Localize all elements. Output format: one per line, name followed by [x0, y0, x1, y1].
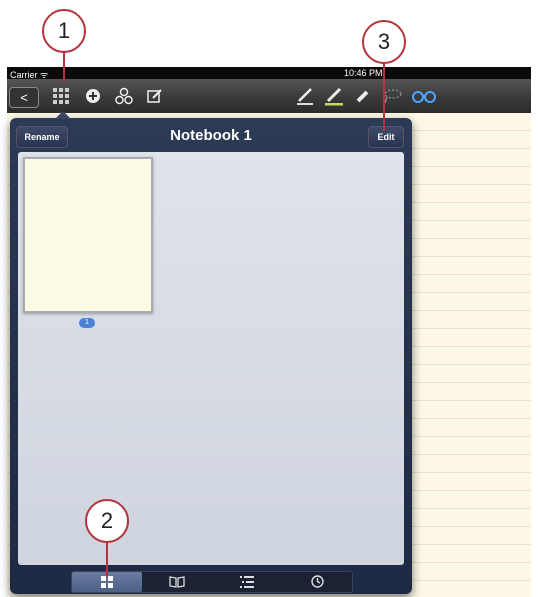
tab-list[interactable]: [212, 572, 282, 592]
highlighter-icon[interactable]: [323, 79, 345, 119]
popover-tab-bar: [71, 571, 353, 593]
clock-icon: [310, 575, 324, 588]
notebook-popover: Rename Notebook 1 Edit 1: [10, 118, 412, 594]
eraser-icon[interactable]: [353, 79, 373, 117]
callout-1-line: [63, 52, 65, 82]
page-number-badge: 1: [79, 318, 95, 328]
toolbar: [7, 79, 531, 113]
tab-book[interactable]: [142, 572, 212, 592]
pages-grid: 1: [18, 152, 404, 565]
glasses-icon[interactable]: [412, 79, 436, 116]
compose-icon[interactable]: [145, 79, 165, 117]
tab-recent[interactable]: [282, 572, 352, 592]
clock-time: 10:46 PM: [344, 68, 383, 78]
book-icon: [169, 576, 185, 588]
share-icon[interactable]: [113, 79, 135, 118]
back-button[interactable]: <: [9, 87, 39, 108]
page-thumbnail[interactable]: [23, 157, 153, 313]
callout-1: 1: [42, 9, 86, 53]
status-bar: Carrier ᯤ 10:46 PM: [7, 67, 531, 80]
callout-3: 3: [362, 20, 406, 64]
popover-title: Notebook 1: [170, 127, 252, 144]
grid-icon: [101, 576, 113, 588]
edit-button[interactable]: Edit: [368, 126, 404, 148]
list-icon: [240, 576, 254, 588]
add-page-icon[interactable]: [83, 79, 103, 117]
callout-2-line: [106, 542, 108, 577]
popover-arrow: [55, 111, 71, 119]
pen-icon[interactable]: [295, 79, 315, 119]
callout-2: 2: [85, 499, 129, 543]
callout-3-line: [383, 63, 385, 131]
